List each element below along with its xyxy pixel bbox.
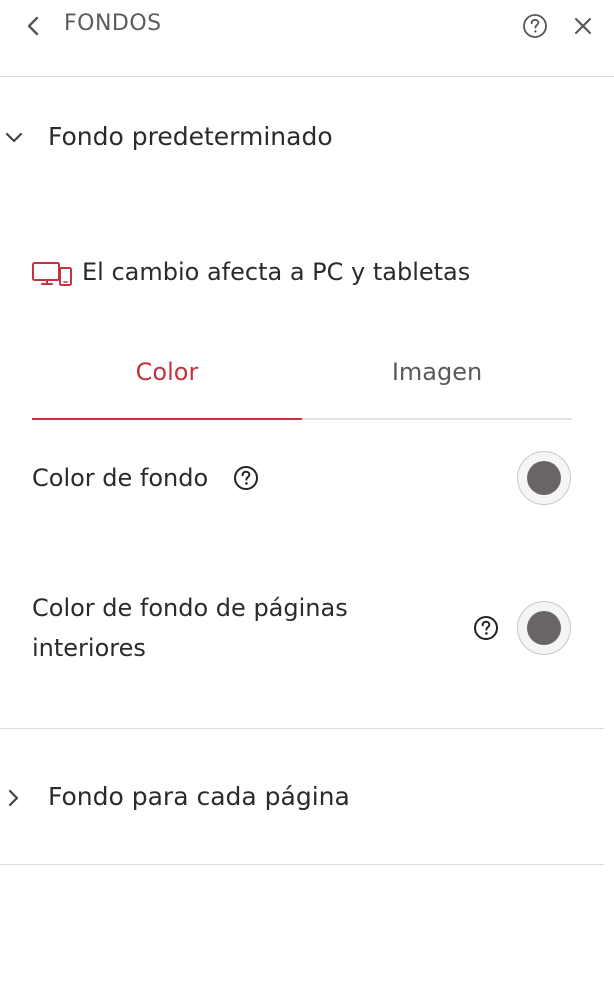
chevron-down-icon	[4, 126, 24, 150]
close-button[interactable]	[571, 14, 595, 38]
device-note: El cambio afecta a PC y tabletas	[32, 254, 592, 294]
setting-inner-pages-background-color: Color de fondo de páginas interiores	[32, 586, 577, 670]
background-color-swatch[interactable]	[517, 451, 571, 505]
back-button[interactable]	[20, 12, 46, 40]
section-per-page-background[interactable]: Fondo para cada página	[0, 776, 614, 820]
question-circle-icon	[523, 14, 547, 38]
section-divider	[0, 864, 604, 865]
close-icon	[575, 18, 591, 34]
setting-label: Color de fondo	[32, 464, 209, 492]
section-default-background[interactable]: Fondo predeterminado	[0, 116, 614, 160]
background-type-tabs: Color Imagen	[32, 346, 572, 420]
panel-title: FONDOS	[64, 11, 162, 36]
help-button[interactable]	[472, 614, 500, 642]
inner-pages-color-swatch[interactable]	[517, 601, 571, 655]
help-button[interactable]	[232, 464, 260, 492]
active-tab-indicator	[32, 418, 302, 420]
chevron-right-icon	[4, 786, 24, 810]
question-circle-icon	[474, 616, 498, 640]
desktop-tablet-icon	[32, 262, 72, 286]
question-circle-icon	[234, 466, 258, 490]
header-divider	[0, 76, 614, 77]
tab-image[interactable]: Imagen	[302, 346, 572, 418]
section-divider	[0, 728, 604, 729]
tab-label: Color	[135, 358, 199, 386]
panel-header: FONDOS	[0, 0, 614, 52]
section-label: Fondo para cada página	[48, 782, 350, 811]
chevron-left-icon	[27, 16, 39, 36]
color-dot	[527, 611, 561, 645]
tab-color[interactable]: Color	[32, 346, 302, 418]
help-button[interactable]	[522, 13, 548, 39]
color-dot	[527, 461, 561, 495]
device-note-text: El cambio afecta a PC y tabletas	[82, 258, 471, 286]
section-label: Fondo predeterminado	[48, 122, 333, 151]
setting-label: Color de fondo de páginas interiores	[32, 594, 348, 662]
tab-label: Imagen	[391, 358, 483, 386]
setting-background-color: Color de fondo	[32, 450, 577, 510]
